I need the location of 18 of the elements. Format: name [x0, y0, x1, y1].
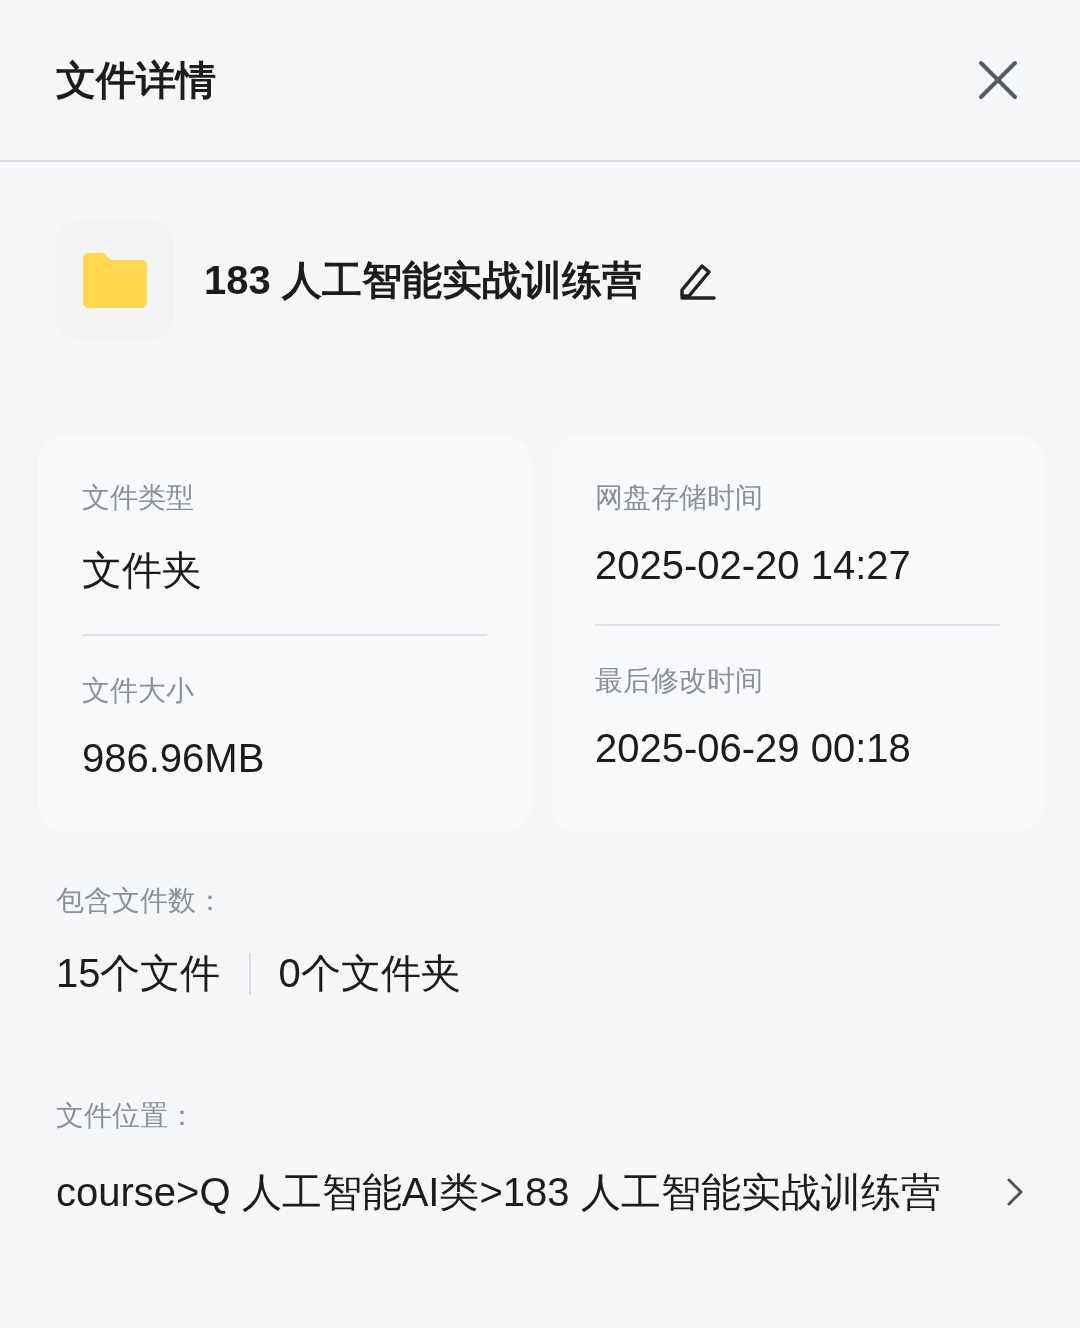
chevron-right-icon[interactable]	[1006, 1177, 1024, 1207]
field-value: 986.96MB	[82, 736, 266, 781]
field-label: 网盘存储时间	[595, 481, 764, 515]
location-path[interactable]: course>Q 人工智能AI类>183 人工智能实战训练营	[56, 1165, 946, 1219]
folder-name: 183 人工智能实战训练营	[204, 256, 642, 304]
panel-title: 文件详情	[56, 56, 216, 104]
field-label: 文件类型	[82, 481, 195, 515]
field-value: 2025-02-20 14:27	[595, 543, 912, 588]
field-label: 文件大小	[82, 674, 195, 708]
contents-label: 包含文件数：	[56, 884, 225, 918]
field-label: 最后修改时间	[595, 664, 764, 698]
location-label: 文件位置：	[56, 1099, 197, 1133]
count-text: 15个文件	[56, 950, 221, 997]
count-text: 0个文件夹	[278, 950, 461, 997]
folder-icon	[83, 252, 147, 308]
close-icon[interactable]	[978, 60, 1018, 100]
field-value: 2025-06-29 00:18	[595, 726, 912, 771]
field-value: 文件夹	[82, 547, 203, 594]
